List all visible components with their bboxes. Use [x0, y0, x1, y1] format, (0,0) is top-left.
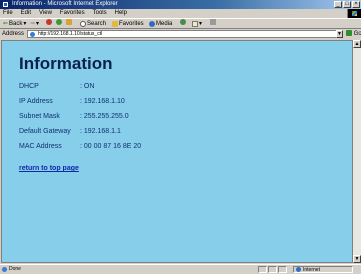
status-bar: Done Internet	[0, 264, 361, 274]
media-button[interactable]: Media	[149, 19, 172, 29]
menu-favorites[interactable]: Favorites	[60, 9, 85, 18]
info-label: Default Gateway	[19, 128, 71, 135]
info-value: : ON	[80, 83, 95, 90]
back-arrow-icon: ⇐	[3, 21, 9, 27]
status-text: Done	[9, 266, 21, 272]
return-to-top-link[interactable]: return to top page	[19, 165, 79, 172]
home-button[interactable]	[66, 19, 72, 25]
info-row-ip-address: IP Address : 192.168.1.10	[19, 98, 141, 113]
go-label: Go	[353, 31, 361, 37]
forward-button[interactable]: ⇒ ▾	[30, 19, 39, 29]
info-table: DHCP : ON IP Address : 192.168.1.10 Subn…	[19, 83, 141, 158]
info-label: MAC Address	[19, 143, 62, 150]
menu-file[interactable]: File	[3, 9, 13, 18]
window-controls: _ □ ×	[334, 1, 360, 8]
search-button[interactable]: Search	[80, 19, 106, 29]
search-icon	[80, 21, 86, 27]
forward-dropdown-icon: ▾	[36, 21, 40, 27]
toolbar: ⇐ Back ▾ ⇒ ▾ Search Favorites Media ▾	[0, 18, 361, 29]
print-icon	[210, 19, 216, 25]
forward-arrow-icon: ⇒	[30, 21, 36, 27]
info-value: : 255.255.255.0	[80, 113, 129, 120]
info-row-mac-address: MAC Address : 00 00 87 16 8E 20	[19, 143, 141, 158]
mail-dropdown-icon: ▾	[199, 21, 203, 27]
address-input[interactable]: http://192.168.1.10/status_ctl	[27, 30, 337, 38]
menu-help[interactable]: Help	[115, 9, 127, 18]
info-label: IP Address	[19, 98, 53, 105]
info-label: Subnet Mask	[19, 113, 60, 120]
minimize-button[interactable]: _	[334, 1, 342, 8]
search-label: Search	[87, 21, 107, 27]
favorites-label: Favorites	[119, 21, 144, 27]
status-pane	[258, 266, 267, 273]
go-button[interactable]: Go	[346, 29, 361, 39]
scroll-up-button[interactable]: ▲	[353, 40, 361, 48]
media-label: Media	[156, 21, 173, 27]
page-status-icon	[2, 267, 7, 272]
favorites-icon	[112, 21, 118, 27]
address-bar: Address http://192.168.1.10/status_ctl ▼…	[0, 29, 361, 39]
menu-edit[interactable]: Edit	[21, 9, 31, 18]
status-panes	[258, 266, 288, 273]
status-pane	[278, 266, 287, 273]
title-bar: Information - Microsoft Internet Explore…	[0, 0, 361, 9]
menu-bar: File Edit View Favorites Tools Help	[0, 9, 361, 18]
go-arrow-icon	[346, 30, 352, 37]
menu-view[interactable]: View	[39, 9, 52, 18]
stop-icon	[46, 19, 52, 25]
home-icon	[66, 19, 72, 25]
info-label: DHCP	[19, 83, 39, 90]
info-value: : 192.168.1.1	[80, 128, 121, 135]
info-value: : 192.168.1.10	[80, 98, 125, 105]
vertical-scrollbar[interactable]: ▲ ▼	[353, 40, 361, 263]
maximize-button[interactable]: □	[343, 1, 351, 8]
back-button[interactable]: ⇐ Back ▾	[3, 19, 26, 29]
history-button[interactable]	[180, 19, 186, 25]
address-label: Address	[2, 31, 25, 37]
stop-button[interactable]	[46, 19, 52, 25]
address-dropdown-button[interactable]: ▼	[336, 30, 343, 38]
page-content: Information DHCP : ON IP Address : 192.1…	[1, 40, 353, 263]
refresh-icon	[56, 19, 62, 25]
mail-icon	[192, 21, 198, 27]
back-label: Back	[9, 21, 23, 27]
window-title: Information - Microsoft Internet Explore…	[12, 1, 118, 7]
status-pane	[268, 266, 277, 273]
history-icon	[180, 19, 186, 25]
media-icon	[149, 21, 155, 27]
favorites-button[interactable]: Favorites	[112, 19, 144, 29]
globe-icon	[296, 267, 301, 272]
close-button[interactable]: ×	[352, 1, 360, 8]
print-button[interactable]	[210, 19, 216, 25]
info-row-default-gateway: Default Gateway : 192.168.1.1	[19, 128, 141, 143]
ie-app-icon	[2, 1, 9, 8]
windows-logo-icon	[347, 9, 361, 18]
page-icon	[30, 32, 35, 37]
refresh-button[interactable]	[56, 19, 62, 25]
zone-label: Internet	[303, 266, 320, 273]
address-url: http://192.168.1.10/status_ctl	[38, 31, 103, 37]
menu-tools[interactable]: Tools	[93, 9, 107, 18]
page-title: Information	[19, 54, 113, 73]
back-dropdown-icon: ▾	[23, 21, 27, 27]
info-row-dhcp: DHCP : ON	[19, 83, 141, 98]
info-row-subnet-mask: Subnet Mask : 255.255.255.0	[19, 113, 141, 128]
info-value: : 00 00 87 16 8E 20	[80, 143, 142, 150]
security-zone: Internet	[293, 266, 353, 273]
mail-button[interactable]: ▾	[192, 19, 202, 29]
scroll-down-button[interactable]: ▼	[353, 255, 361, 263]
